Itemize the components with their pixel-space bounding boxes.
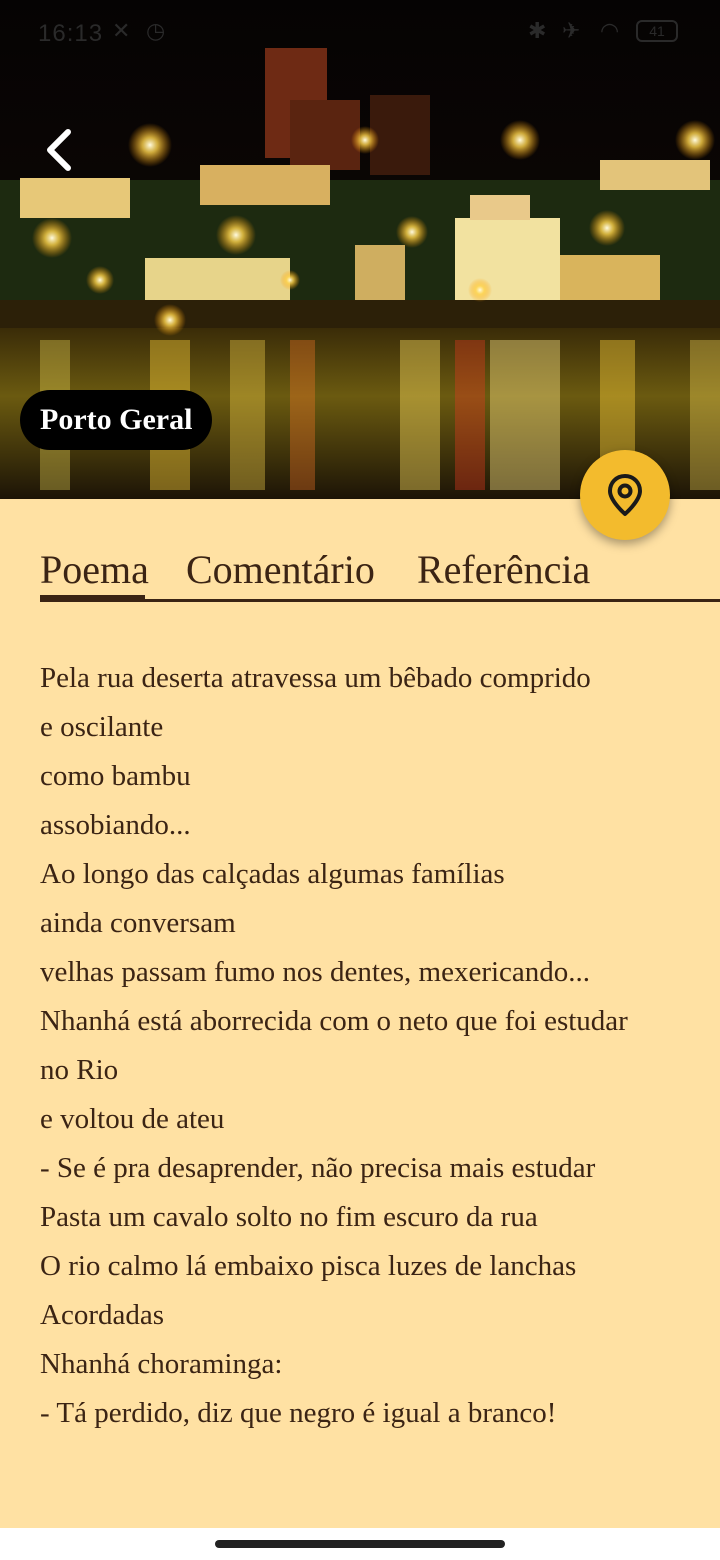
poem-line: Nhanhá está aborrecida com o neto que fo… xyxy=(40,1005,628,1037)
header-photo: 16:13 ✕ ◷ ✱ ✈ ◠ 41 Porto Geral xyxy=(0,0,720,499)
poem-line: - Tá perdido, diz que negro é igual a br… xyxy=(40,1397,557,1429)
poem-line: assobiando... xyxy=(40,809,191,841)
poem-line: e voltou de ateu xyxy=(40,1103,225,1135)
location-pin-icon xyxy=(608,474,642,516)
chevron-left-icon xyxy=(47,129,71,171)
bluetooth-icon: ✱ xyxy=(528,18,547,43)
poem-line: ainda conversam xyxy=(40,907,236,939)
poem-line: velhas passam fumo nos dentes, mexerican… xyxy=(40,956,591,988)
home-gesture-handle[interactable] xyxy=(215,1540,505,1548)
poem-line: Pela rua deserta atravessa um bêbado com… xyxy=(40,662,591,694)
content-tabs: Poema Comentário Referência xyxy=(40,540,720,602)
tab-referencia[interactable]: Referência xyxy=(417,546,590,593)
airplane-mode-icon: ✈ xyxy=(562,18,581,43)
tab-selected-indicator xyxy=(40,595,145,602)
battery-level: 41 xyxy=(649,23,665,39)
back-button[interactable] xyxy=(44,128,100,188)
wifi-icon: ◠ xyxy=(600,18,620,43)
poem-line: Pasta um cavalo solto no fim escuro da r… xyxy=(40,1201,538,1233)
poem-line: como bambu xyxy=(40,760,191,792)
battery-icon: 41 xyxy=(636,20,678,42)
tab-comentario[interactable]: Comentário xyxy=(186,546,375,593)
poem-line: Nhanhá choraminga: xyxy=(40,1348,283,1380)
status-bar: 16:13 ✕ ◷ ✱ ✈ ◠ 41 xyxy=(0,0,720,64)
poem-line: - Se é pra desaprender, não precisa mais… xyxy=(40,1152,596,1184)
tab-poema[interactable]: Poema xyxy=(40,546,149,593)
poem-line: O rio calmo lá embaixo pisca luzes de la… xyxy=(40,1250,577,1282)
status-time: 16:13 xyxy=(38,20,104,47)
poem-line: Ao longo das calçadas algumas famílias xyxy=(40,858,505,890)
poem-line: Acordadas xyxy=(40,1299,165,1331)
poem-line: e oscilante xyxy=(40,711,164,743)
poem-text: Pela rua deserta atravessa um bêbado com… xyxy=(40,654,690,1438)
signal-off-icon: ✕ xyxy=(112,18,131,43)
alarm-icon: ◷ xyxy=(146,18,166,43)
poem-line: no Rio xyxy=(40,1054,119,1086)
map-location-button[interactable] xyxy=(580,450,670,540)
place-name-chip: Porto Geral xyxy=(20,390,213,450)
